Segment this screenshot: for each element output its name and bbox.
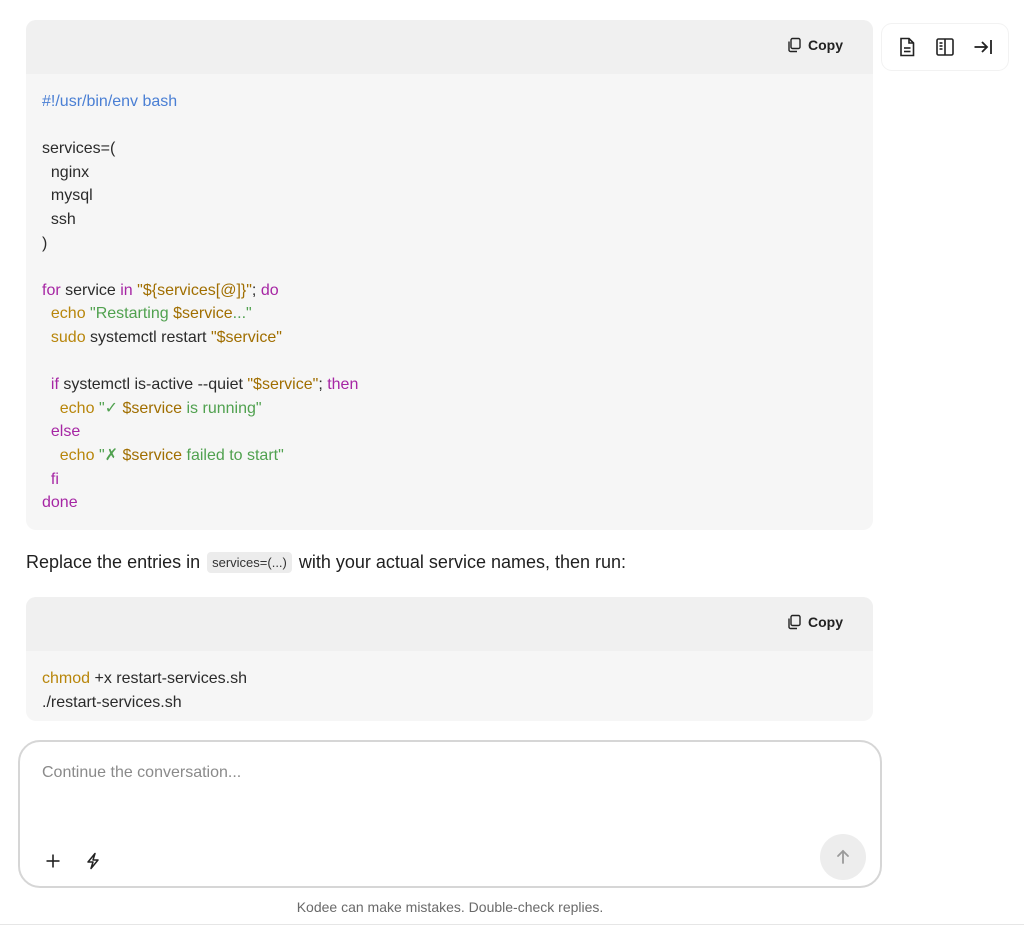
code-token: ;	[251, 281, 261, 299]
code-line: )	[42, 232, 857, 256]
copy-icon	[788, 614, 801, 630]
message-input[interactable]	[42, 764, 842, 782]
quick-actions-button[interactable]	[82, 850, 104, 872]
inline-code: services=(...)	[207, 552, 292, 573]
code-line: ssh	[42, 208, 857, 232]
code-token: "${services[@]}"	[137, 281, 252, 299]
prose-before: Replace the entries in	[26, 552, 201, 572]
code-token: done	[42, 494, 78, 512]
code-line: if systemctl is-active --quiet "$service…	[42, 373, 857, 397]
copy-label: Copy	[808, 37, 843, 53]
code-token: is running"	[182, 399, 262, 417]
code-token: then	[327, 376, 359, 394]
code-token: sudo	[50, 328, 86, 346]
send-button[interactable]	[820, 834, 866, 880]
code-token: echo	[50, 305, 86, 323]
code-line: nginx	[42, 161, 857, 185]
code-block-script: Copy #!/usr/bin/env bash services=( ngin…	[26, 20, 873, 530]
code-content: #!/usr/bin/env bash services=( nginx mys…	[26, 74, 873, 529]
code-token: failed to start"	[182, 446, 284, 464]
document-icon	[900, 37, 915, 57]
code-token: "Restarting	[90, 305, 174, 323]
code-block-run: Copy chmod +x restart-services.sh ./resta…	[26, 597, 873, 721]
code-block-header: Copy	[26, 597, 873, 651]
code-token: else	[50, 423, 81, 441]
copy-label: Copy	[808, 614, 843, 630]
code-token: echo	[59, 446, 95, 464]
code-token: "$service"	[210, 328, 282, 346]
copy-icon	[788, 37, 801, 53]
split-view-icon	[936, 38, 954, 56]
bolt-icon	[87, 852, 99, 870]
code-line: mysql	[42, 184, 857, 208]
divider	[0, 924, 1024, 925]
assistant-message-text: Replace the entries in services=(...) wi…	[26, 552, 626, 573]
code-token: ..."	[232, 305, 252, 323]
code-token: ./restart-services.sh	[42, 693, 182, 711]
plus-icon	[46, 854, 60, 868]
code-token: for	[42, 281, 61, 299]
code-line: echo "✗ $service failed to start"	[42, 444, 857, 468]
split-view-button[interactable]	[930, 32, 960, 62]
code-token: do	[260, 281, 279, 299]
code-token: ;	[318, 376, 328, 394]
code-line: fi	[42, 468, 857, 492]
copy-button[interactable]: Copy	[786, 37, 843, 53]
code-token: $service	[173, 305, 233, 323]
code-token: systemctl is-active --quiet	[58, 376, 248, 394]
code-content: chmod +x restart-services.sh ./restart-se…	[26, 651, 873, 721]
code-token: +x restart-services.sh	[90, 670, 247, 687]
code-token: nginx	[42, 163, 90, 181]
prose-after: with your actual service names, then run…	[298, 552, 627, 572]
code-line: echo "✓ $service is running"	[42, 397, 857, 421]
document-button[interactable]	[892, 32, 922, 62]
code-line: done	[42, 491, 857, 515]
code-token: $service	[122, 399, 183, 417]
code-line: ./restart-services.sh	[42, 691, 857, 715]
code-line: sudo systemctl restart "$service"	[42, 326, 857, 350]
code-token: "✓	[98, 399, 123, 417]
code-token: "✗	[98, 446, 123, 464]
code-line: services=(	[42, 137, 857, 161]
code-block-header: Copy	[26, 20, 873, 74]
code-token: chmod	[42, 670, 91, 687]
add-attachment-button[interactable]	[42, 850, 64, 872]
code-line: chmod +x restart-services.sh	[42, 667, 857, 691]
code-token: echo	[59, 399, 95, 417]
disclaimer-text: Kodee can make mistakes. Double-check re…	[296, 899, 604, 915]
code-token: mysql	[42, 187, 93, 205]
code-token: "$service"	[247, 376, 319, 394]
collapse-panel-icon	[974, 40, 992, 54]
code-line: else	[42, 420, 857, 444]
code-token: services=(	[42, 140, 116, 158]
code-token: ssh	[42, 210, 76, 228]
code-token: fi	[50, 470, 59, 488]
code-token: in	[120, 281, 133, 299]
code-token: #!/usr/bin/env bash	[42, 93, 178, 110]
copy-button[interactable]: Copy	[786, 614, 843, 630]
side-toolbar	[882, 24, 1008, 70]
code-line: #!/usr/bin/env bash	[42, 90, 857, 114]
collapse-panel-button[interactable]	[968, 32, 998, 62]
code-line: echo "Restarting $service..."	[42, 302, 857, 326]
code-token: $service	[122, 446, 183, 464]
code-token: service	[60, 281, 121, 299]
code-token: if	[50, 376, 59, 394]
code-token: systemctl restart	[85, 328, 211, 346]
message-composer	[18, 740, 882, 888]
code-token: )	[42, 234, 48, 252]
code-line: for service in "${services[@]}"; do	[42, 279, 857, 303]
arrow-up-icon	[837, 849, 849, 864]
